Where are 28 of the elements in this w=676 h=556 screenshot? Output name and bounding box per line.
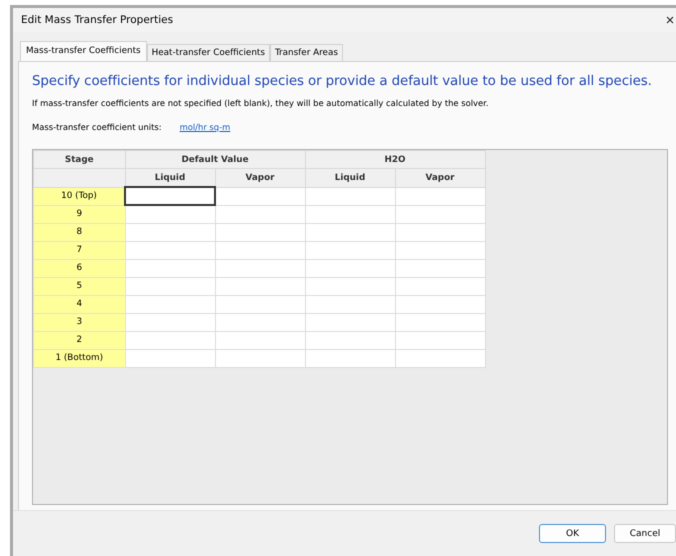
stage-cell: 9	[34, 205, 125, 223]
column-group-header: H2O	[305, 150, 485, 168]
stage-cell: 7	[34, 241, 125, 259]
stage-cell: 2	[34, 331, 125, 349]
column-header: Liquid	[305, 168, 395, 187]
stage-cell: 4	[34, 295, 125, 313]
stage-cell: 6	[34, 259, 125, 277]
column-header: Vapor	[215, 168, 305, 187]
stage-cell: 1 (Bottom)	[34, 349, 125, 367]
stage-cell: 8	[34, 223, 125, 241]
close-button[interactable]: ×	[664, 12, 676, 28]
input-cell[interactable]	[125, 187, 215, 205]
stage-cell: 10 (Top)	[34, 187, 125, 205]
tab[interactable]: Transfer Areas	[270, 44, 343, 61]
column-header: Stage	[34, 150, 125, 168]
note-text: If mass-transfer coefficients are not specified (left blank), they will be automatically calculated by the solver.	[32, 98, 490, 108]
tab[interactable]: Mass-transfer Coefficients	[20, 41, 147, 61]
tab[interactable]: Heat-transfer Coefficients	[146, 44, 270, 61]
column-group-header: Default Value	[125, 150, 305, 168]
units-label: Mass-transfer coefficient units:	[32, 122, 162, 132]
cancel-button[interactable]: Cancel	[614, 524, 676, 543]
column-header: Vapor	[395, 168, 485, 187]
stage-cell: 5	[34, 277, 125, 295]
window-title: Edit Mass Transfer Properties	[21, 14, 174, 26]
units-link[interactable]: mol/hr sq-m	[180, 122, 230, 132]
instruction-heading: Specify coefficients for individual species or provide a default value to be used for all species.	[32, 74, 653, 89]
stage-cell: 3	[34, 313, 125, 331]
ok-button[interactable]: OK	[539, 524, 606, 543]
